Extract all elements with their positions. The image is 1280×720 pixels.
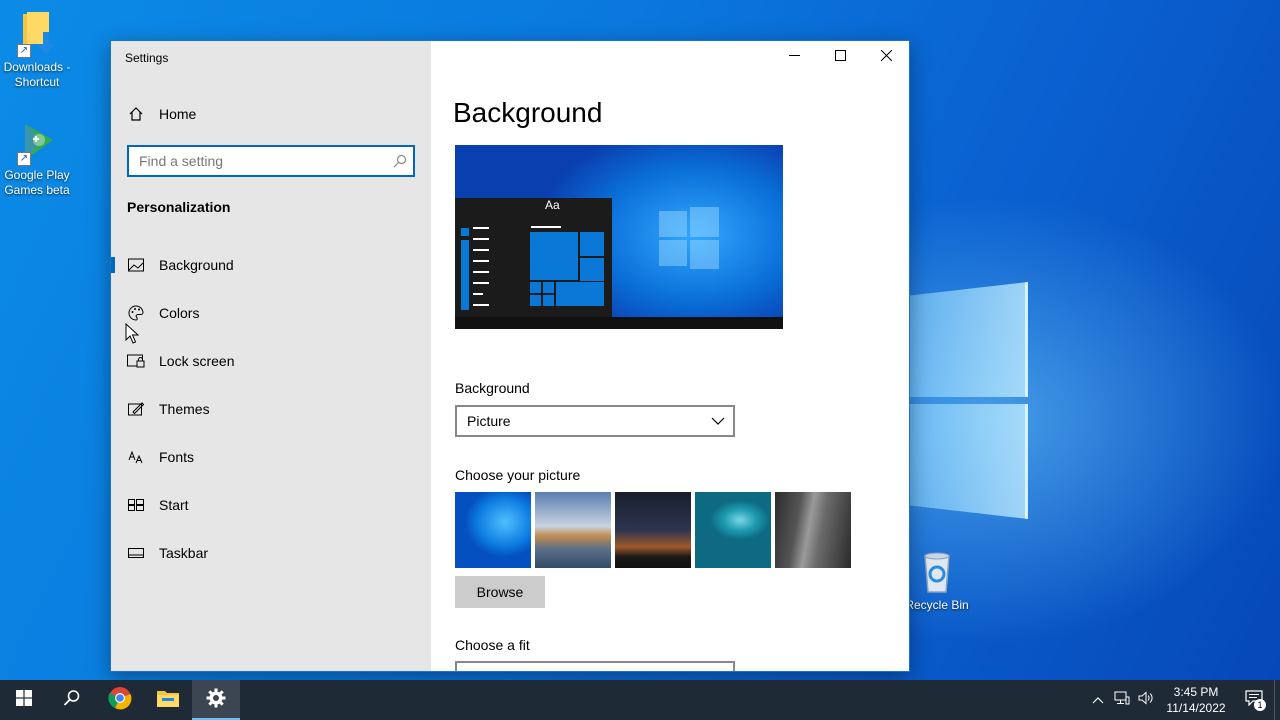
sidebar-item-label: Colors	[159, 305, 200, 321]
preview-tile-text: Aa	[545, 198, 560, 212]
sidebar-item-label: Start	[159, 497, 189, 513]
fonts-icon	[127, 448, 145, 466]
desktop-icon-label: Google Play Games beta	[4, 168, 70, 197]
chrome-icon	[108, 686, 132, 715]
sidebar-item-start[interactable]: Start	[111, 481, 431, 529]
search-icon	[63, 689, 81, 712]
window-title: Settings	[125, 51, 169, 65]
clock-date: 11/14/2022	[1166, 701, 1226, 715]
taskbar: 3:45 PM 11/14/2022 1	[0, 680, 1280, 720]
google-play-games-icon: ↗	[13, 118, 61, 166]
network-button[interactable]	[1110, 680, 1134, 720]
sidebar-item-background[interactable]: Background	[111, 241, 431, 289]
gear-icon	[206, 688, 226, 713]
settings-content: Background Aa Background Picture Choose …	[431, 41, 909, 671]
windows-start-icon	[16, 689, 32, 711]
choose-fit-label: Choose a fit	[455, 637, 530, 653]
file-explorer-icon	[156, 688, 180, 713]
desktop-icon-label: Recycle Bin	[905, 598, 969, 612]
taskbar-clock[interactable]: 3:45 PM 11/14/2022	[1158, 684, 1234, 716]
sidebar-item-label: Lock screen	[159, 353, 235, 369]
picture-icon	[127, 256, 145, 274]
speaker-icon	[1138, 690, 1154, 710]
sidebar-item-themes[interactable]: Themes	[111, 385, 431, 433]
group-title: Personalization	[127, 199, 231, 215]
sidebar-item-label: Taskbar	[159, 545, 209, 561]
desktop-windows-logo	[908, 282, 1028, 522]
action-center-button[interactable]: 1	[1234, 680, 1274, 720]
start-menu-preview	[455, 198, 612, 317]
themes-icon	[127, 400, 145, 418]
background-type-dropdown[interactable]: Picture	[455, 405, 735, 437]
sidebar-item-fonts[interactable]: Fonts	[111, 433, 431, 481]
picture-thumbnail[interactable]	[455, 492, 531, 568]
sidebar-item-label: Themes	[159, 401, 210, 417]
sidebar-item-taskbar[interactable]: Taskbar	[111, 529, 431, 577]
background-type-label: Background	[455, 380, 530, 396]
picture-thumbnail[interactable]	[775, 492, 851, 568]
desktop-icon-google-play-games[interactable]: ↗ Google Play Games beta	[0, 118, 74, 198]
desktop-icon-label: Downloads - Shortcut	[3, 60, 71, 89]
nav-list: Background Colors Lock screen Themes Fon…	[111, 241, 431, 577]
picture-thumbnails	[455, 492, 851, 568]
taskbar-search-button[interactable]	[48, 680, 96, 720]
search-input[interactable]	[129, 147, 413, 175]
chevron-down-icon	[711, 414, 725, 431]
picture-thumbnail[interactable]	[615, 492, 691, 568]
system-tray: 3:45 PM 11/14/2022 1	[1086, 680, 1280, 720]
start-icon	[127, 496, 145, 514]
sidebar-item-label: Background	[159, 257, 234, 273]
page-title: Background	[453, 97, 603, 128]
desktop-icon-downloads[interactable]: ↗ Downloads - Shortcut	[0, 10, 74, 90]
taskbar-settings[interactable]	[192, 680, 240, 720]
choose-picture-label: Choose your picture	[455, 467, 581, 483]
notification-count-badge: 1	[1254, 699, 1266, 711]
clock-time: 3:45 PM	[1173, 685, 1219, 699]
lock-screen-icon	[127, 352, 145, 370]
sidebar-item-colors[interactable]: Colors	[111, 289, 431, 337]
home-icon	[127, 105, 145, 123]
taskbar-file-explorer[interactable]	[144, 680, 192, 720]
picture-thumbnail[interactable]	[535, 492, 611, 568]
desktop-icon-recycle-bin[interactable]: Recycle Bin	[900, 548, 974, 613]
taskbar-chrome[interactable]	[96, 680, 144, 720]
choose-fit-dropdown[interactable]	[455, 661, 735, 671]
mouse-cursor	[125, 322, 140, 350]
windows-logo-preview	[659, 207, 719, 269]
chevron-up-icon	[1092, 691, 1104, 709]
background-type-value: Picture	[467, 413, 511, 429]
palette-icon	[127, 304, 145, 322]
search-box[interactable]	[127, 145, 415, 177]
sidebar-item-lock-screen[interactable]: Lock screen	[111, 337, 431, 385]
nav-home-label: Home	[159, 106, 197, 122]
settings-sidebar: Settings Home Personalization Background	[111, 41, 431, 671]
show-desktop-button[interactable]	[1274, 680, 1280, 720]
start-button[interactable]	[0, 680, 48, 720]
search-icon	[393, 154, 407, 173]
network-icon	[1114, 691, 1130, 710]
sidebar-item-label: Fonts	[159, 449, 195, 465]
nav-home[interactable]: Home	[127, 105, 196, 123]
volume-button[interactable]	[1134, 680, 1158, 720]
browse-button[interactable]: Browse	[455, 576, 545, 608]
folder-icon: ↗	[13, 10, 61, 58]
taskbar-icon	[127, 544, 145, 562]
background-preview: Aa	[455, 145, 783, 329]
settings-window: Settings Home Personalization Background	[110, 40, 910, 672]
recycle-bin-icon	[913, 548, 961, 596]
picture-thumbnail[interactable]	[695, 492, 771, 568]
show-hidden-icons-button[interactable]	[1086, 680, 1110, 720]
taskbar-preview	[455, 317, 783, 329]
